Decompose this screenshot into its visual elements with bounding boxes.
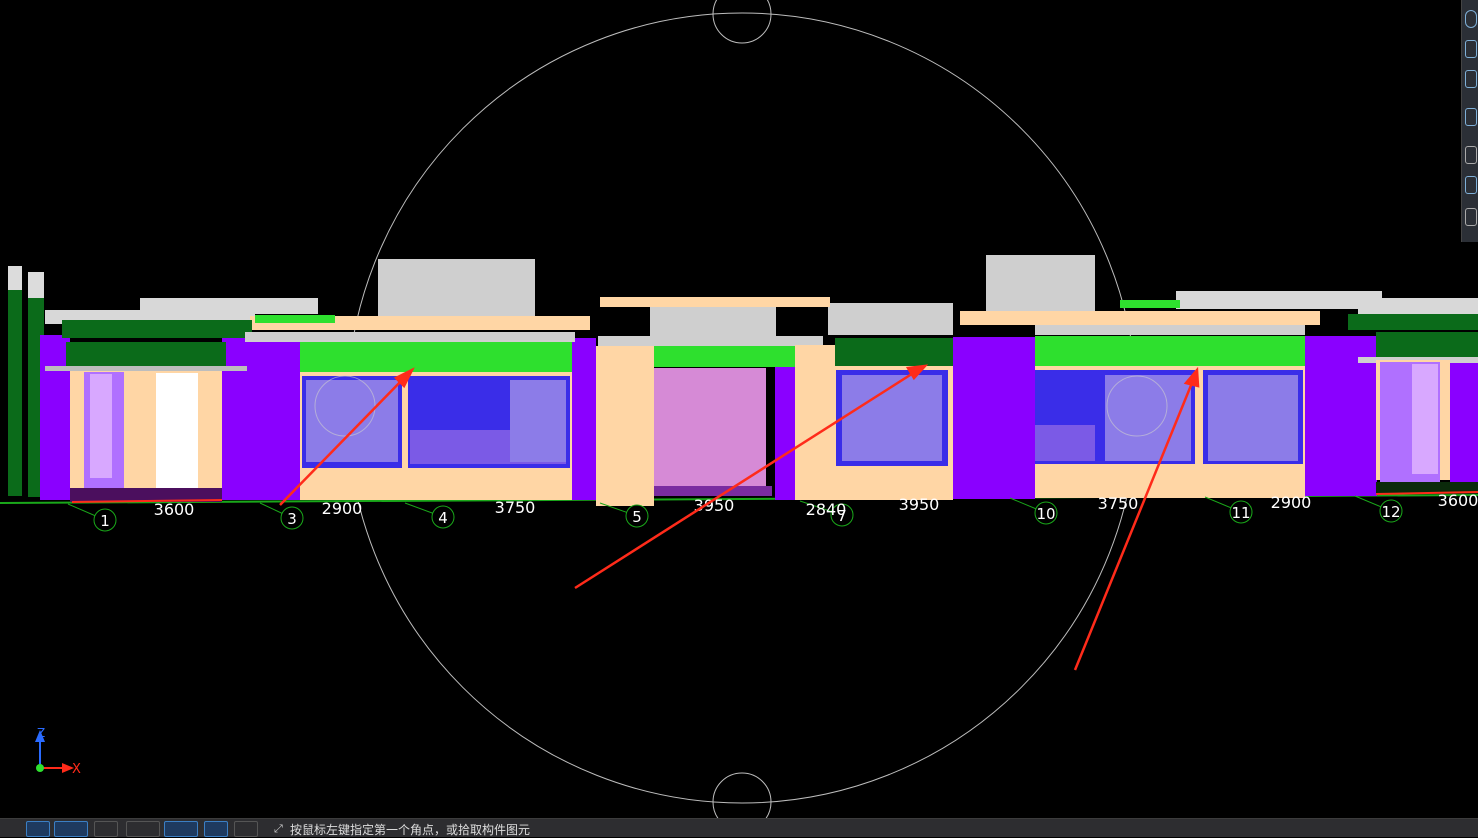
dimension-label: 2900 xyxy=(1271,493,1312,512)
svg-text:4: 4 xyxy=(438,509,448,527)
axis-bubble-11[interactable]: 11 xyxy=(1229,500,1253,524)
axis-bubble-5[interactable]: 5 xyxy=(625,504,649,528)
orbit-icon[interactable] xyxy=(1465,10,1477,28)
orbit-bottom-handle[interactable] xyxy=(712,772,772,818)
svg-text:1: 1 xyxy=(100,512,110,530)
axis-bubble-1[interactable]: 1 xyxy=(93,508,117,532)
svg-text:12: 12 xyxy=(1381,503,1400,521)
pick-point-icon[interactable] xyxy=(126,821,160,837)
axis-bubble-3[interactable]: 3 xyxy=(280,506,304,530)
dimension-label: 2840 xyxy=(806,500,847,519)
cross-select-icon[interactable] xyxy=(94,821,118,837)
polyline-icon[interactable] xyxy=(234,821,258,837)
svg-text:11: 11 xyxy=(1231,504,1250,522)
model-canvas[interactable]: 1 3 4 5 7 10 11 12 3600 2900 3750 3950 2… xyxy=(0,0,1478,818)
axis-bubble-10[interactable]: 10 xyxy=(1034,501,1058,525)
svg-text:10: 10 xyxy=(1036,505,1055,523)
status-prompt: 按鼠标左键指定第一个角点，或拾取构件图元 xyxy=(290,823,531,837)
3d-viewport[interactable]: 1 3 4 5 7 10 11 12 3600 2900 3750 3950 2… xyxy=(0,0,1478,818)
pick-corner-icon: ⤢ xyxy=(274,822,283,835)
svg-text:3: 3 xyxy=(287,510,297,528)
layer-icon[interactable] xyxy=(204,821,228,837)
box-view-icon[interactable] xyxy=(1465,108,1477,126)
window-select-icon[interactable] xyxy=(54,821,88,837)
axis-bubble-4[interactable]: 4 xyxy=(431,505,455,529)
dimension-label: 3750 xyxy=(1098,494,1139,513)
dimension-label: 3950 xyxy=(899,495,940,514)
cube-view-icon[interactable] xyxy=(1465,176,1477,194)
status-bar: ⤢ 按鼠标左键指定第一个角点，或拾取构件图元 xyxy=(0,818,1478,837)
2d-view-icon[interactable] xyxy=(1465,40,1477,58)
view-toolbar xyxy=(1461,0,1478,242)
snap-icon[interactable] xyxy=(164,821,198,837)
dimension-label: 3600 xyxy=(1438,491,1478,510)
dimension-label: 2900 xyxy=(322,499,363,518)
dimension-label: 3600 xyxy=(154,500,195,519)
fit-view-icon[interactable] xyxy=(1465,146,1477,164)
orbit-top-handle[interactable] xyxy=(712,0,772,44)
coordinate-indicator: Z X xyxy=(35,726,81,777)
dimension-label: 3750 xyxy=(495,498,536,517)
x-axis-label: X xyxy=(72,762,81,777)
axis-bubble-12[interactable]: 12 xyxy=(1379,499,1403,523)
svg-text:5: 5 xyxy=(632,508,642,526)
select-icon[interactable] xyxy=(26,821,50,837)
properties-icon[interactable] xyxy=(1465,208,1477,226)
z-axis-label: Z xyxy=(37,726,45,740)
3d-view-icon[interactable] xyxy=(1465,70,1477,88)
